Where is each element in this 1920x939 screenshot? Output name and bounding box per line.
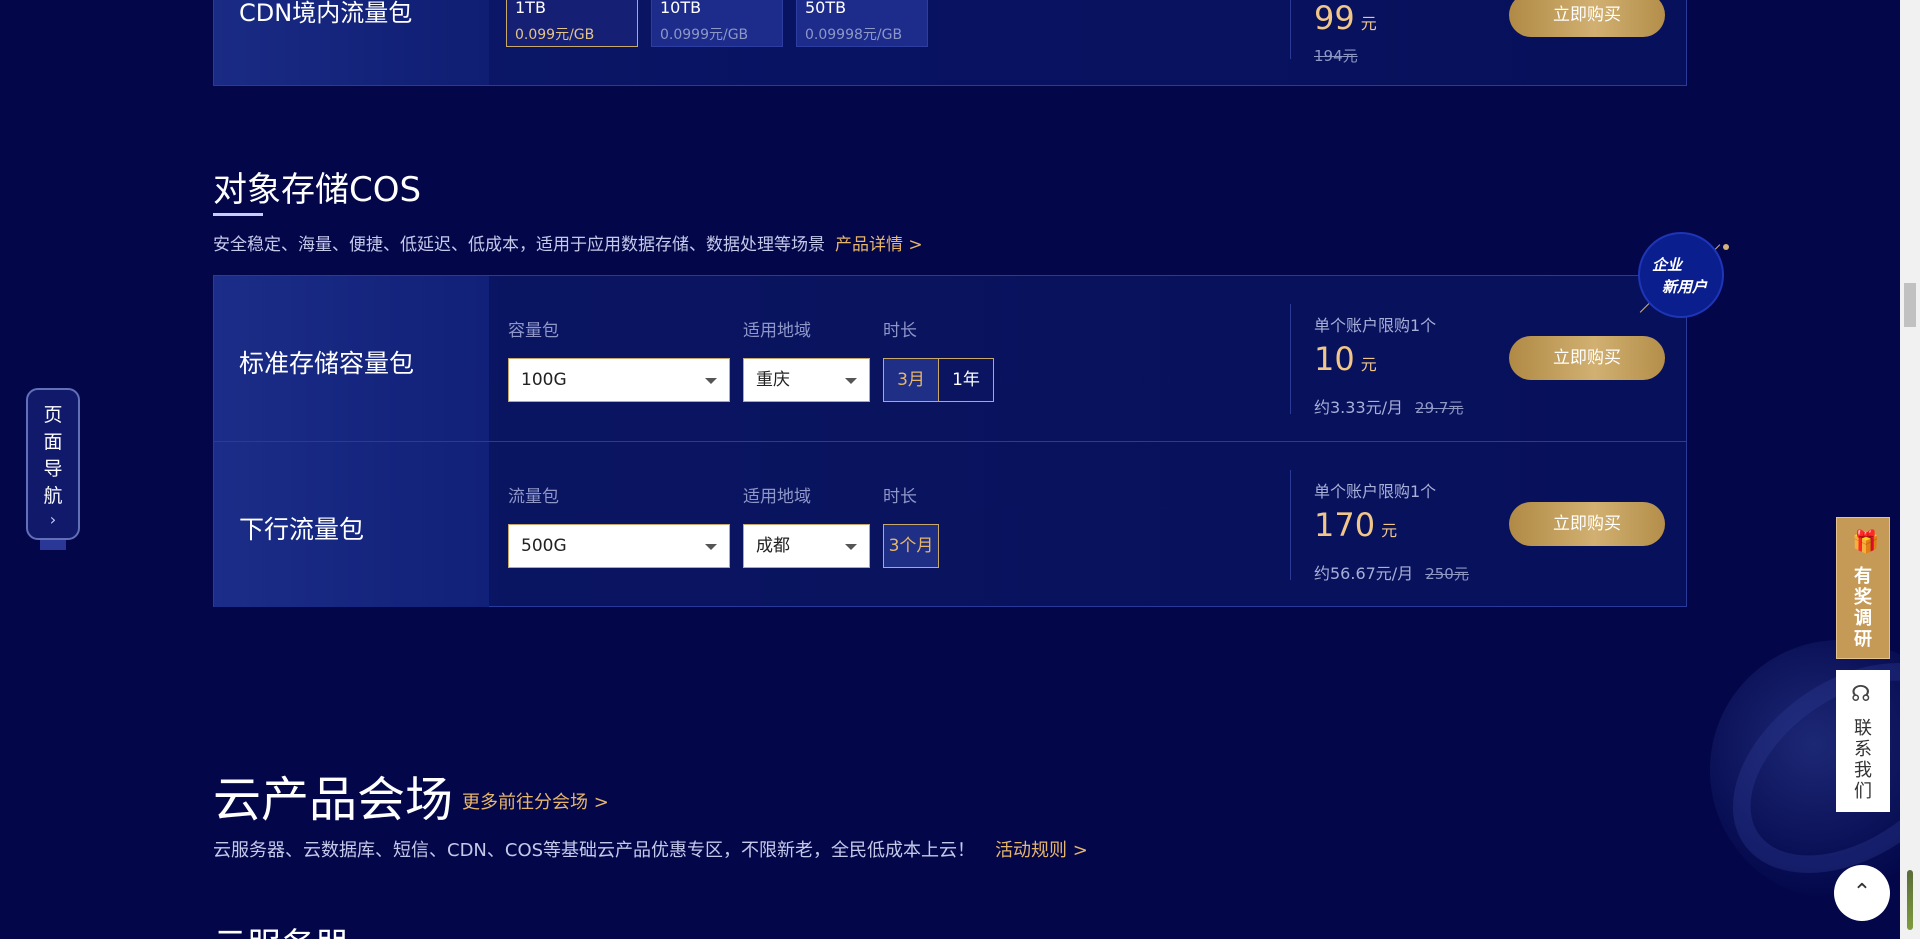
cdn-chip-10tb[interactable]: 10TB 0.0999元/GB xyxy=(651,0,783,47)
traffic-select[interactable]: 500G xyxy=(508,524,730,568)
cdn-buy-button[interactable]: 立即购买 xyxy=(1509,0,1665,37)
cdn-product-name: CDN境内流量包 xyxy=(239,0,413,27)
region-select[interactable]: 重庆 xyxy=(743,358,870,402)
product-name: 标准存储容量包 xyxy=(239,349,415,378)
original-price: 194元 xyxy=(1314,47,1358,65)
caret-down-icon xyxy=(705,544,717,550)
traffic-label: 流量包 xyxy=(508,487,559,507)
back-to-top-button[interactable]: ⌃ xyxy=(1834,865,1890,921)
page-nav-button[interactable]: 页 面 导 航 › xyxy=(26,388,80,540)
region-label: 适用地域 xyxy=(743,487,811,507)
product-row-download-traffic: 下行流量包 流量包 500G 适用地域 成都 时长 3个月 单个账户限购1个 1… xyxy=(214,441,1686,607)
region-value: 重庆 xyxy=(756,370,790,390)
vertical-scrollbar[interactable] xyxy=(1900,0,1920,939)
cos-section-title: 对象存储COS xyxy=(213,170,422,210)
badge-dot-decoration xyxy=(1723,244,1729,250)
cloud-server-section-title: 云服务器 xyxy=(213,918,349,939)
chevron-right-icon: › xyxy=(49,510,57,529)
page-nav-char: 页 xyxy=(43,404,63,426)
cloud-products-title: 云产品会场 xyxy=(213,772,454,828)
chip-per-gb: 0.09998元/GB xyxy=(805,27,903,43)
price-value: 10 xyxy=(1314,340,1355,378)
scrollbar-indicator xyxy=(1907,870,1913,930)
price-value: 99 xyxy=(1314,0,1355,37)
divider xyxy=(1290,0,1291,59)
chip-per-gb: 0.0999元/GB xyxy=(660,27,749,43)
duration-label: 时长 xyxy=(883,487,917,507)
divider xyxy=(1290,304,1291,414)
page-nav-tab-decoration xyxy=(40,540,66,550)
monthly-price-text: 约56.67元/月 xyxy=(1314,564,1414,583)
cloud-desc-text: 云服务器、云数据库、短信、CDN、COS等基础云产品优惠专区，不限新老，全民低成… xyxy=(213,840,976,861)
price: 10 元 xyxy=(1314,340,1377,378)
activity-rules-link[interactable]: 活动规则 > xyxy=(995,840,1088,861)
capacity-value: 100G xyxy=(521,370,567,390)
monthly-price: 约3.33元/月 29.7元 xyxy=(1314,394,1463,418)
capacity-label: 容量包 xyxy=(508,321,559,341)
price-value: 170 xyxy=(1314,506,1376,544)
product-name: 下行流量包 xyxy=(239,515,365,544)
region-select[interactable]: 成都 xyxy=(743,524,870,568)
page-nav-char: 航 xyxy=(43,485,63,507)
price: 170 元 xyxy=(1314,506,1397,544)
monthly-price: 约56.67元/月 250元 xyxy=(1314,560,1469,584)
cdn-chip-50tb[interactable]: 50TB 0.09998元/GB xyxy=(796,0,928,47)
cdn-card-left-panel: CDN境内流量包 xyxy=(214,0,489,85)
product-detail-link[interactable]: 产品详情 > xyxy=(835,235,923,255)
row-left-panel: 标准存储容量包 xyxy=(214,276,489,441)
cos-product-card: 标准存储容量包 容量包 100G 适用地域 重庆 时长 3月 1年 单个账户限购… xyxy=(213,275,1687,607)
scrollbar-thumb[interactable] xyxy=(1904,283,1916,327)
product-row-standard-storage: 标准存储容量包 容量包 100G 适用地域 重庆 时长 3月 1年 单个账户限购… xyxy=(214,276,1686,441)
original-price: 250元 xyxy=(1425,565,1469,583)
survey-char: 研 xyxy=(1854,629,1872,650)
cdn-chip-1tb[interactable]: 1TB 0.099元/GB xyxy=(506,0,638,47)
region-label: 适用地域 xyxy=(743,321,811,341)
buy-now-button[interactable]: 立即购买 xyxy=(1509,336,1665,380)
gift-icon: 🎁 xyxy=(1852,530,1880,555)
cdn-product-card: CDN境内流量包 1TB 0.099元/GB 10TB 0.0999元/GB 5… xyxy=(213,0,1687,86)
price-unit: 元 xyxy=(1381,521,1398,540)
section-title-underline xyxy=(213,213,263,216)
cos-desc-text: 安全稳定、海量、便捷、低延迟、低成本，适用于应用数据存储、数据处理等场景 xyxy=(213,235,825,255)
survey-widget[interactable]: 🎁 有 奖 调 研 xyxy=(1836,517,1890,659)
contact-us-widget[interactable]: ☊ 联 系 我 们 xyxy=(1836,670,1890,812)
badge-line2: 新用户 xyxy=(1662,278,1708,296)
region-value: 成都 xyxy=(756,536,790,556)
cdn-price: 99 元 xyxy=(1314,0,1377,37)
price-unit: 元 xyxy=(1360,355,1377,374)
enterprise-new-user-badge: 企业 新用户 xyxy=(1638,232,1724,318)
caret-down-icon xyxy=(845,378,857,384)
headset-icon: ☊ xyxy=(1851,682,1871,707)
chevron-up-icon: ⌃ xyxy=(1852,880,1872,905)
monthly-price-text: 约3.33元/月 xyxy=(1314,398,1404,417)
contact-char: 们 xyxy=(1854,781,1872,802)
purchase-limit: 单个账户限购1个 xyxy=(1314,482,1437,501)
duration-option-3m[interactable]: 3月 xyxy=(883,358,939,402)
caret-down-icon xyxy=(705,378,717,384)
chip-capacity: 10TB xyxy=(660,0,702,17)
duration-option-3m[interactable]: 3个月 xyxy=(883,524,939,568)
original-price: 29.7元 xyxy=(1415,399,1464,417)
page-nav-char: 面 xyxy=(43,431,63,453)
cloud-products-desc: 云服务器、云数据库、短信、CDN、COS等基础云产品优惠专区，不限新老，全民低成… xyxy=(213,836,1088,862)
capacity-select[interactable]: 100G xyxy=(508,358,730,402)
traffic-value: 500G xyxy=(521,536,567,556)
cos-section-desc: 安全稳定、海量、便捷、低延迟、低成本，适用于应用数据存储、数据处理等场景 产品详情… xyxy=(213,230,923,255)
duration-label: 时长 xyxy=(883,321,917,341)
price-unit: 元 xyxy=(1360,14,1377,33)
more-venues-link[interactable]: 更多前往分会场 > xyxy=(462,788,609,814)
chip-capacity: 50TB xyxy=(805,0,847,17)
page-nav-char: 导 xyxy=(43,458,63,480)
caret-down-icon xyxy=(845,544,857,550)
row-left-panel: 下行流量包 xyxy=(214,442,489,607)
chip-capacity: 1TB xyxy=(515,0,546,17)
page: CDN境内流量包 1TB 0.099元/GB 10TB 0.0999元/GB 5… xyxy=(0,0,1900,939)
buy-now-button[interactable]: 立即购买 xyxy=(1509,502,1665,546)
purchase-limit: 单个账户限购1个 xyxy=(1314,316,1437,335)
badge-line1: 企业 xyxy=(1652,256,1683,274)
chip-per-gb: 0.099元/GB xyxy=(515,27,595,43)
divider xyxy=(1290,470,1291,580)
duration-option-1y[interactable]: 1年 xyxy=(938,358,994,402)
